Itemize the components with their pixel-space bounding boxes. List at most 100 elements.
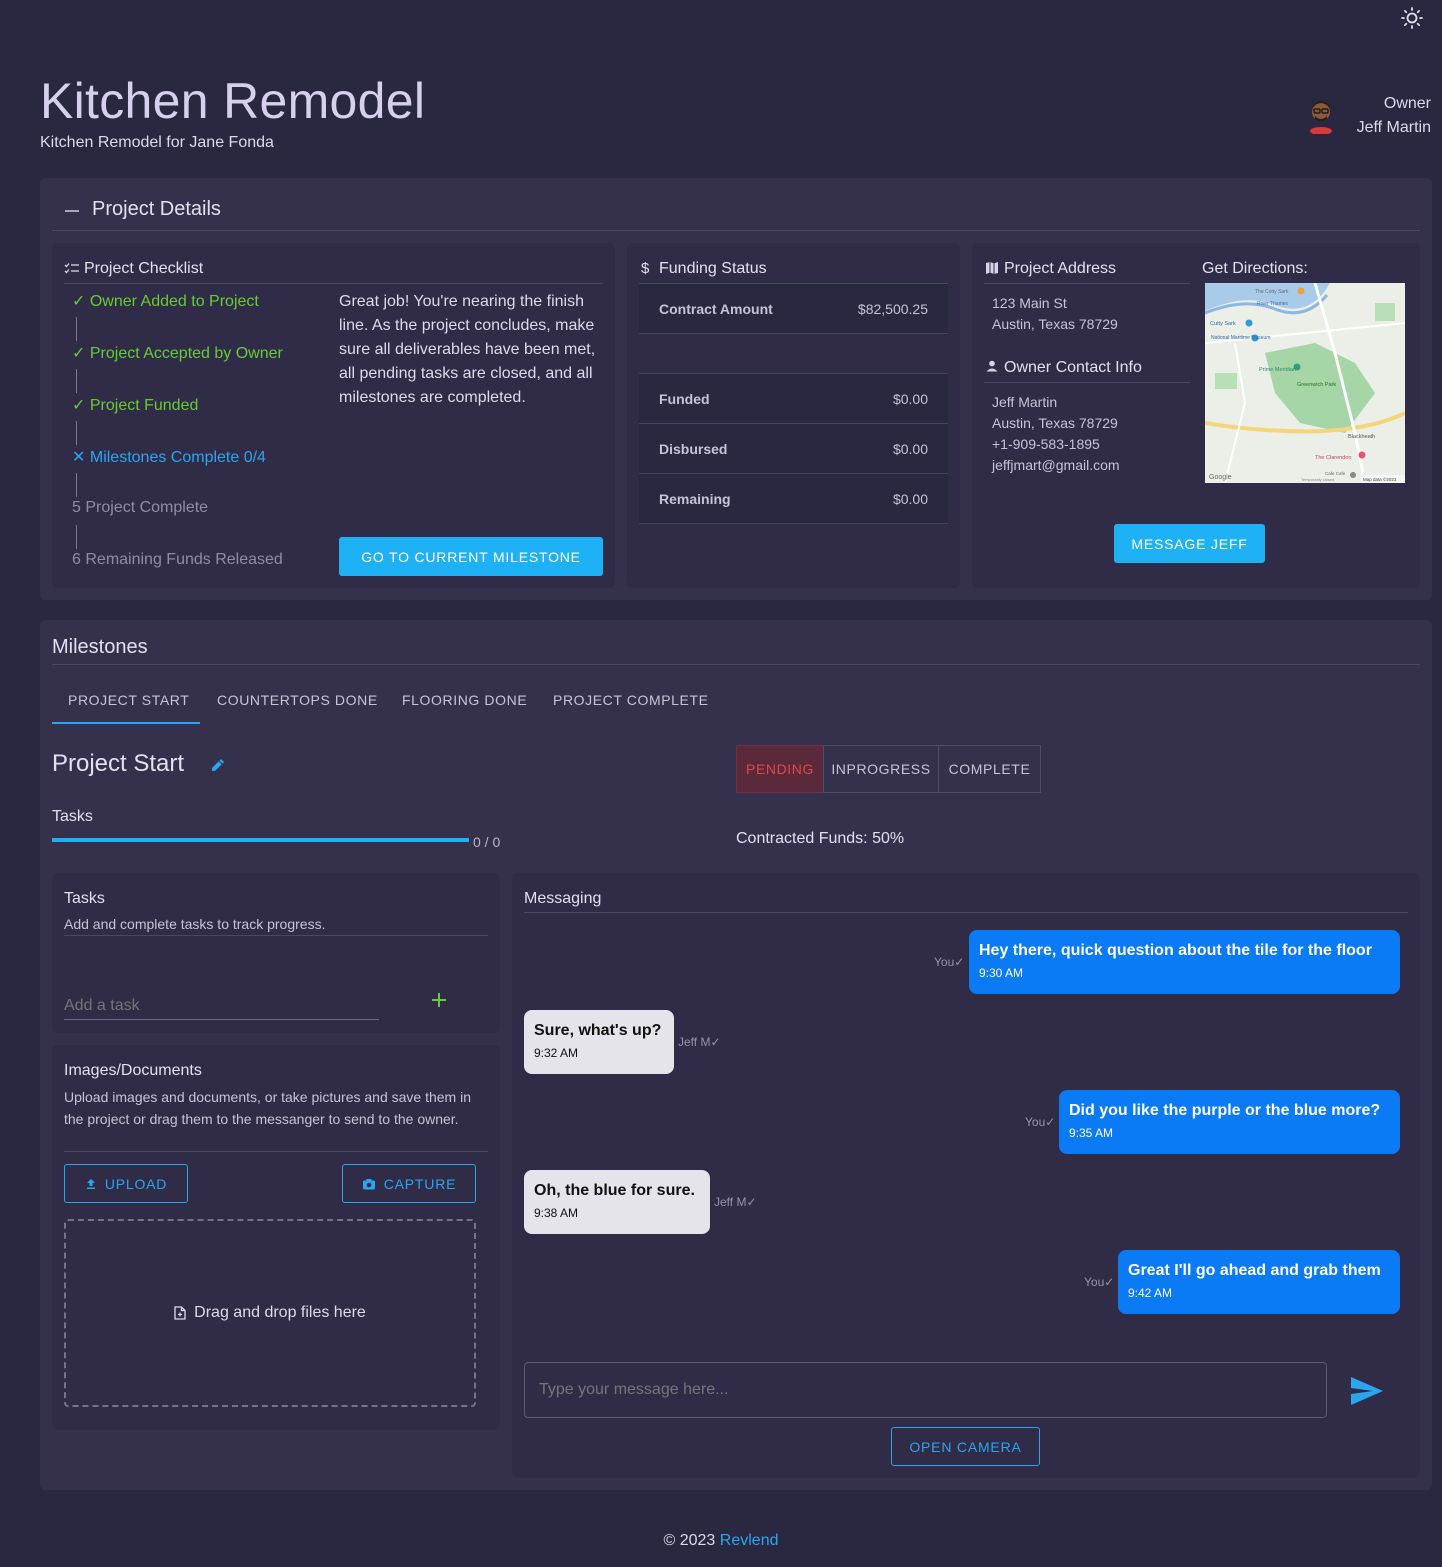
contact-phone[interactable]: +1-909-583-1895 (992, 436, 1100, 452)
checklist-item: ✓ Project Accepted by Owner (72, 343, 283, 363)
map-label: Prime Meridian (1259, 367, 1296, 373)
person-icon (986, 360, 998, 372)
contract-amount-row: Contract Amount $82,500.25 (639, 284, 948, 334)
funding-row-label: Funded (659, 391, 710, 407)
file-icon (174, 1306, 186, 1320)
message-sender: Jeff M✓ (714, 1195, 757, 1209)
map-label: Greenwich Park (1297, 382, 1336, 388)
message-time: 9:35 AM (1069, 1126, 1114, 1140)
directions-map[interactable]: The Cutty Sark River Thames Cutty Sark N… (1205, 283, 1405, 483)
divider (64, 283, 603, 284)
capture-button[interactable]: CAPTURE (342, 1164, 476, 1203)
check-icon: ✓ (72, 293, 90, 310)
message-input[interactable] (524, 1362, 1327, 1418)
funding-row-value: $0.00 (892, 441, 928, 457)
go-to-current-milestone-button[interactable]: GO TO CURRENT MILESTONE (339, 537, 603, 576)
documents-panel-subtitle: Upload images and documents, or take pic… (64, 1089, 472, 1127)
dollar-icon: $ (641, 260, 650, 277)
message-sender: You✓ (1025, 1115, 1055, 1129)
open-camera-button[interactable]: OPEN CAMERA (891, 1427, 1040, 1466)
add-task-plus-icon[interactable] (429, 990, 449, 1010)
camera-icon (362, 1178, 375, 1189)
checklist-item-label: Project Accepted by Owner (89, 345, 283, 362)
message-owner-button[interactable]: MESSAGE JEFF (1114, 524, 1265, 563)
check-icon: ✓ (72, 345, 90, 362)
message-text: Great I'll go ahead and grab them (1128, 1262, 1381, 1279)
checklist-item: 5 Project Complete (72, 499, 208, 517)
status-pending[interactable]: PENDING (736, 745, 824, 793)
read-check-icon: ✓ (954, 955, 965, 969)
tab-countertops-done[interactable]: COUNTERTOPS DONE (217, 692, 378, 708)
checklist-item-label: Project Funded (89, 397, 199, 414)
contracted-funds: Contracted Funds: 50% (736, 830, 905, 847)
step-connector (76, 421, 77, 445)
funding-row-value: $0.00 (892, 491, 928, 507)
step-connector (76, 317, 77, 341)
close-icon: ✕ (72, 449, 90, 466)
sender-name: You (934, 955, 955, 969)
collapse-icon[interactable] (64, 200, 80, 220)
contact-email[interactable]: jeffjmart@gmail.com (992, 457, 1120, 473)
read-check-icon: ✓ (710, 1035, 721, 1049)
divider (52, 664, 1420, 665)
status-inprogress[interactable]: INPROGRESS (823, 745, 939, 793)
tab-project-start[interactable]: PROJECT START (68, 692, 189, 708)
footer-copyright: © 2023 (663, 1532, 716, 1549)
owner-avatar[interactable] (1304, 98, 1338, 134)
funding-title: Funding Status (659, 260, 767, 277)
map-image: The Cutty Sark River Thames Cutty Sark N… (1205, 283, 1405, 483)
divider (52, 230, 1420, 231)
google-logo: Google (1209, 474, 1232, 481)
checklist-item-label: Remaining Funds Released (85, 551, 283, 568)
add-task-input[interactable] (64, 992, 379, 1020)
owner-name: Jeff Martin (1356, 119, 1431, 136)
page-title: Kitchen Remodel (40, 73, 426, 129)
funding-row: Remaining $0.00 (639, 474, 948, 524)
address-title: Project Address (1004, 260, 1117, 277)
message-time: 9:32 AM (534, 1046, 579, 1060)
message-sender: You✓ (1084, 1275, 1114, 1289)
map-label: The Cutty Sark (1255, 289, 1289, 295)
message-bubble-outgoing: Did you like the purple or the blue more… (1059, 1090, 1400, 1154)
step-connector (76, 525, 77, 549)
divider (524, 912, 1408, 913)
map-icon (985, 261, 999, 275)
message-text: Did you like the purple or the blue more… (1069, 1102, 1381, 1119)
upload-button[interactable]: UPLOAD (64, 1164, 188, 1203)
milestone-name: Project Start (52, 750, 185, 777)
funding-row: Disbursed $0.00 (639, 424, 948, 474)
upload-label: UPLOAD (104, 1175, 168, 1192)
map-label: Cutty Sark (1210, 321, 1236, 327)
edit-pencil-icon[interactable] (209, 756, 227, 774)
status-complete[interactable]: COMPLETE (938, 745, 1041, 793)
map-label: The Clarendon (1315, 455, 1351, 461)
map-label: National Maritime Museum (1211, 335, 1270, 341)
message-time: 9:38 AM (534, 1206, 579, 1220)
theme-toggle-sun-icon[interactable] (1400, 6, 1424, 30)
address-line-1: 123 Main St (992, 295, 1067, 311)
checklist-item: ✓ Project Funded (72, 395, 198, 415)
checklist-item-label: Project Complete (85, 499, 209, 516)
checklist-item: 6 Remaining Funds Released (72, 551, 283, 569)
tab-project-complete[interactable]: PROJECT COMPLETE (553, 692, 709, 708)
file-dropzone[interactable]: Drag and drop files here (64, 1219, 476, 1407)
tab-flooring-done[interactable]: FLOORING DONE (402, 692, 527, 708)
footer-brand-link[interactable]: Revlend (720, 1532, 779, 1549)
messaging-title: Messaging (524, 890, 602, 907)
sender-name: Jeff M (714, 1195, 747, 1209)
checklist-item-label: Milestones Complete 0/4 (89, 449, 266, 466)
message-text: Oh, the blue for sure. (534, 1182, 695, 1199)
send-icon[interactable] (1350, 1376, 1384, 1406)
divider (984, 382, 1190, 383)
message-time: 9:42 AM (1128, 1286, 1173, 1300)
divider (64, 1151, 488, 1152)
message-bubble-incoming: Sure, what's up? 9:32 AM (524, 1010, 674, 1074)
checklist-item-active: ✕ Milestones Complete 0/4 (72, 447, 266, 467)
map-label: River Thames (1257, 301, 1289, 307)
address-line-2: Austin, Texas 78729 (992, 316, 1118, 332)
message-sender: You✓ (934, 955, 964, 969)
tasks-progress-count: 0 / 0 (473, 834, 501, 850)
sender-name: You (1025, 1115, 1046, 1129)
upload-icon (86, 1178, 95, 1189)
message-text: Hey there, quick question about the tile… (979, 942, 1372, 959)
